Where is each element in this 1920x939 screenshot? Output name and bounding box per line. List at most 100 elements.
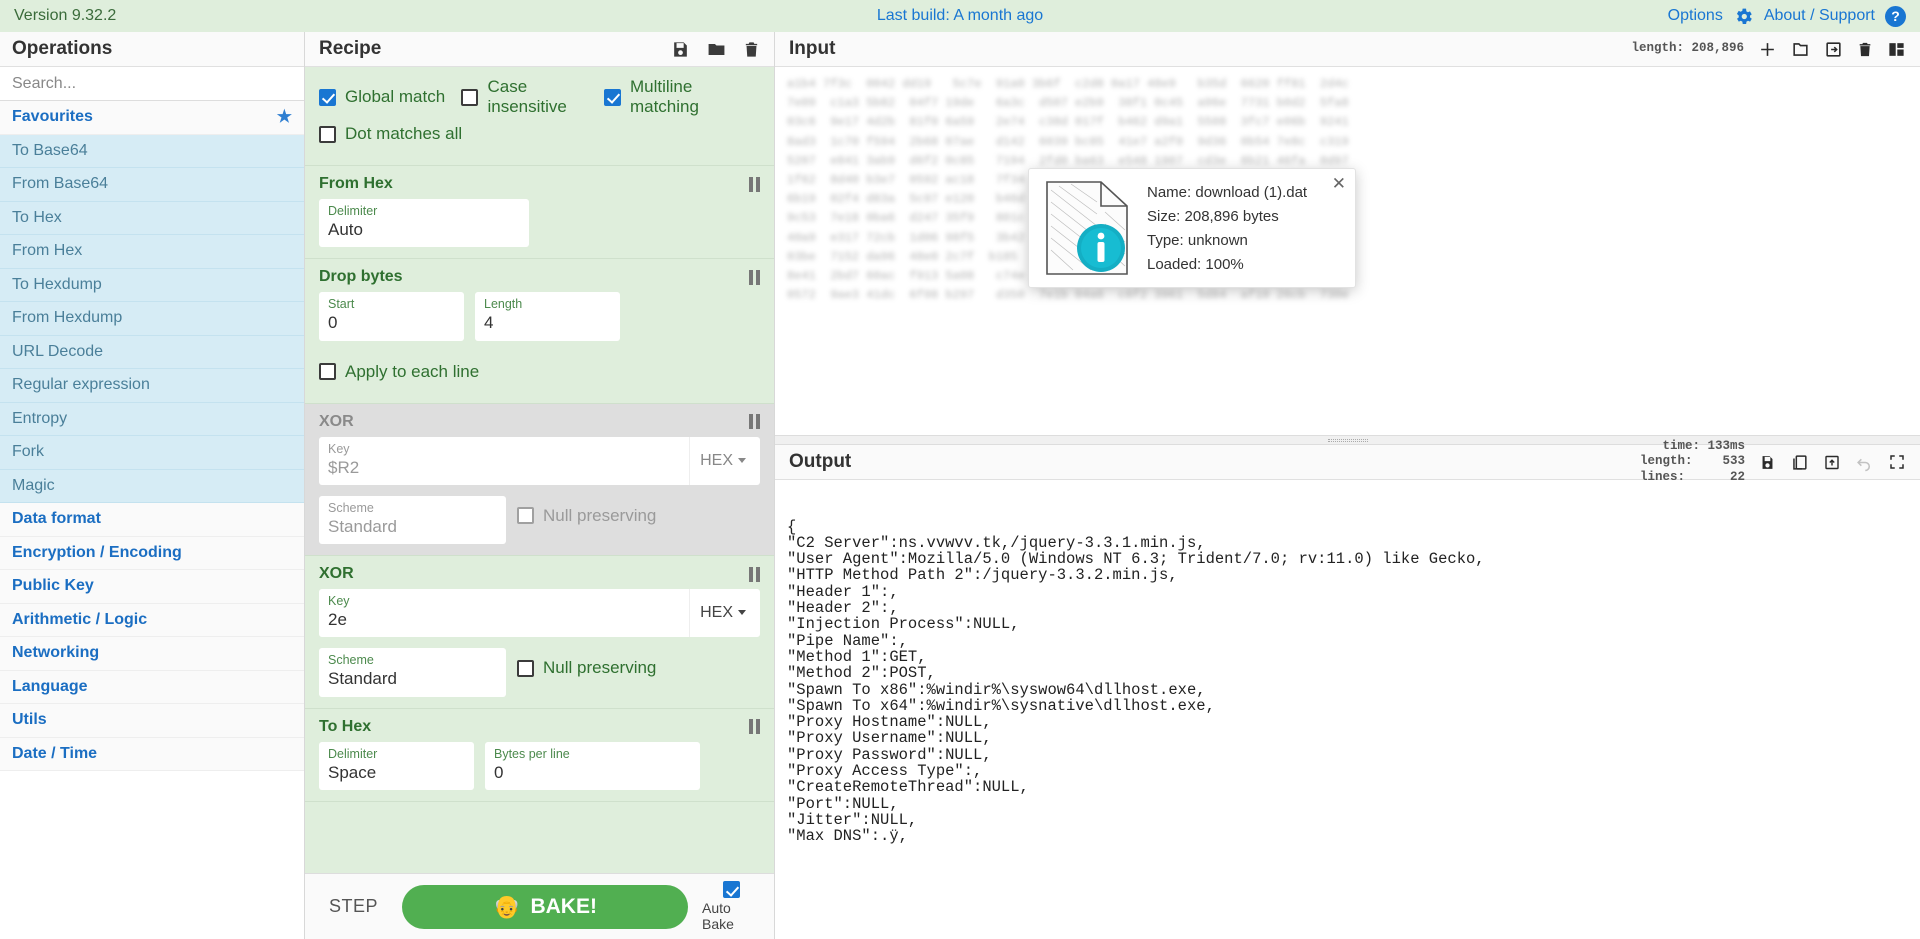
category-header[interactable]: Date / Time — [0, 737, 304, 771]
disable-operation-icon[interactable] — [717, 413, 735, 431]
operation-item[interactable]: URL Decode — [0, 335, 304, 369]
argument-field-with-unit[interactable]: Key 2e HEX — [319, 589, 760, 638]
pause-operation-icon[interactable] — [749, 414, 760, 429]
disable-operation-icon[interactable] — [717, 175, 735, 193]
argument-value: Auto — [328, 220, 363, 239]
operation-item[interactable]: Fork — [0, 436, 304, 470]
operation-item[interactable]: Magic — [0, 469, 304, 503]
tabs-view-icon[interactable] — [1887, 40, 1906, 59]
replace-input-icon[interactable] — [1823, 453, 1841, 472]
argument-unit-dropdown[interactable]: HEX — [689, 589, 760, 638]
operation-item[interactable]: From Hexdump — [0, 302, 304, 336]
gear-icon[interactable] — [1733, 6, 1754, 27]
add-tab-icon[interactable] — [1758, 40, 1777, 59]
clear-recipe-icon[interactable] — [743, 40, 760, 59]
recipe-operation-header: To Hex — [319, 718, 760, 736]
help-icon[interactable]: ? — [1885, 5, 1906, 27]
operation-item[interactable]: Regular expression — [0, 369, 304, 403]
argument-field[interactable]: Start 0 — [319, 292, 464, 341]
argument-field[interactable]: Scheme Standard — [319, 495, 506, 544]
operation-item[interactable]: To Hex — [0, 201, 304, 235]
regex-option-dot-matches-all[interactable]: Dot matches all — [319, 117, 467, 151]
output-line: "Port":NULL, — [787, 794, 899, 813]
argument-field[interactable]: Bytes per line 0 — [485, 741, 700, 790]
argument-field-with-unit[interactable]: Key $R2 HEX — [319, 436, 760, 485]
argument-field[interactable]: Key 2e — [319, 589, 689, 637]
category-header[interactable]: Data format — [0, 503, 304, 537]
operation-item[interactable]: To Base64 — [0, 134, 304, 168]
argument-label: Delimiter — [328, 746, 378, 761]
operation-item[interactable]: From Hex — [0, 235, 304, 269]
argument-field[interactable]: Scheme Standard — [319, 648, 506, 697]
checkbox-box[interactable] — [517, 659, 534, 677]
clear-input-icon[interactable] — [1857, 40, 1873, 59]
category-header[interactable]: Language — [0, 670, 304, 704]
argument-field[interactable]: Length 4 — [475, 292, 620, 341]
auto-bake-toggle[interactable]: Auto Bake — [702, 881, 760, 932]
argument-checkbox[interactable]: Apply to each line — [319, 352, 479, 392]
argument-unit-dropdown[interactable]: HEX — [689, 436, 760, 485]
argument-value: 2e — [328, 610, 347, 629]
open-file-as-input-icon[interactable] — [1824, 40, 1843, 59]
output-line: "Proxy Access Type":, — [787, 762, 983, 781]
open-folder-icon[interactable] — [1791, 40, 1810, 59]
load-recipe-icon[interactable] — [706, 40, 727, 59]
category-header[interactable]: Arithmetic / Logic — [0, 603, 304, 637]
bake-button[interactable]: 👴 BAKE! — [402, 884, 688, 929]
disable-operation-icon[interactable] — [717, 718, 735, 736]
pause-operation-icon[interactable] — [749, 719, 760, 734]
copy-output-icon[interactable] — [1790, 453, 1809, 472]
search-input[interactable] — [0, 67, 304, 101]
pause-operation-icon[interactable] — [749, 269, 760, 285]
category-favourites[interactable]: Favourites ★ — [0, 101, 304, 135]
step-button[interactable]: STEP — [319, 890, 388, 923]
regex-option-multiline-matching[interactable]: Multiline matching — [603, 77, 760, 117]
category-header[interactable]: Public Key — [0, 570, 304, 604]
recipe-operation[interactable]: XOR Key $R2 HEX Scheme Standard Null preservin… — [305, 403, 774, 556]
operation-item-label: From Hexdump — [12, 309, 123, 327]
close-icon[interactable]: ✕ — [1332, 175, 1346, 192]
regex-option-case-insensitive[interactable]: Case insensitive — [461, 77, 603, 117]
about-support-link[interactable]: About / Support — [1764, 7, 1875, 25]
pause-operation-icon[interactable] — [749, 176, 760, 192]
operation-item[interactable]: Entropy — [0, 402, 304, 436]
disable-operation-icon[interactable] — [717, 565, 735, 583]
argument-field[interactable]: Delimiter Auto — [319, 199, 529, 248]
recipe-operation[interactable]: XOR Key 2e HEX Scheme Standard Null preserving — [305, 556, 774, 709]
maximise-icon[interactable] — [1888, 453, 1906, 471]
operation-item-label: URL Decode — [12, 342, 104, 360]
main-columns: Operations Favourites ★ To Base64 From Ba… — [0, 32, 1920, 939]
regex-option-label: Case insensitive — [487, 77, 567, 116]
argument-field[interactable]: Delimiter Space — [319, 741, 474, 790]
checkbox-dot-matches-all[interactable] — [319, 125, 336, 143]
argument-value: 0 — [328, 313, 338, 333]
category-header[interactable]: Utils — [0, 704, 304, 738]
save-recipe-icon[interactable] — [671, 40, 690, 59]
recipe-operation[interactable]: Drop bytes Start 0 Length 4 Apply to each lin… — [305, 259, 774, 404]
save-output-icon[interactable] — [1759, 453, 1776, 472]
category-header[interactable]: Encryption / Encoding — [0, 536, 304, 570]
pause-operation-icon[interactable] — [749, 566, 760, 582]
recipe-operation[interactable]: From Hex Delimiter Auto — [305, 166, 774, 260]
operation-item[interactable]: To Hexdump — [0, 268, 304, 302]
regex-option-global-match[interactable]: Global match — [319, 80, 461, 114]
checkbox-global-match[interactable] — [319, 88, 336, 106]
checkbox-case-insensitive[interactable] — [461, 88, 479, 106]
output-line: "Max DNS":.ÿ, — [787, 827, 908, 846]
options-link[interactable]: Options — [1668, 7, 1723, 25]
argument-checkbox[interactable]: Null preserving — [517, 648, 656, 688]
argument-checkbox[interactable]: Null preserving — [517, 496, 656, 536]
checkbox-box[interactable] — [319, 363, 336, 380]
recipe-operations-list: Global match Case insensitive Multiline … — [305, 67, 774, 873]
undo-icon[interactable] — [1855, 453, 1874, 472]
category-header[interactable]: Networking — [0, 637, 304, 671]
checkbox-multiline-matching[interactable] — [603, 88, 621, 106]
category-label: Encryption / Encoding — [12, 543, 182, 561]
output-content[interactable]: {"C2 Server":ns.vvwvv.tk,/jquery-3.3.1.m… — [775, 480, 1920, 939]
checkbox-auto-bake[interactable] — [722, 881, 740, 898]
disable-operation-icon[interactable] — [717, 268, 735, 286]
checkbox-box[interactable] — [517, 507, 534, 525]
recipe-operation[interactable]: To Hex Delimiter Space Bytes per line 0 — [305, 708, 774, 802]
operation-item[interactable]: From Base64 — [0, 168, 304, 202]
argument-field[interactable]: Key $R2 — [319, 437, 689, 485]
